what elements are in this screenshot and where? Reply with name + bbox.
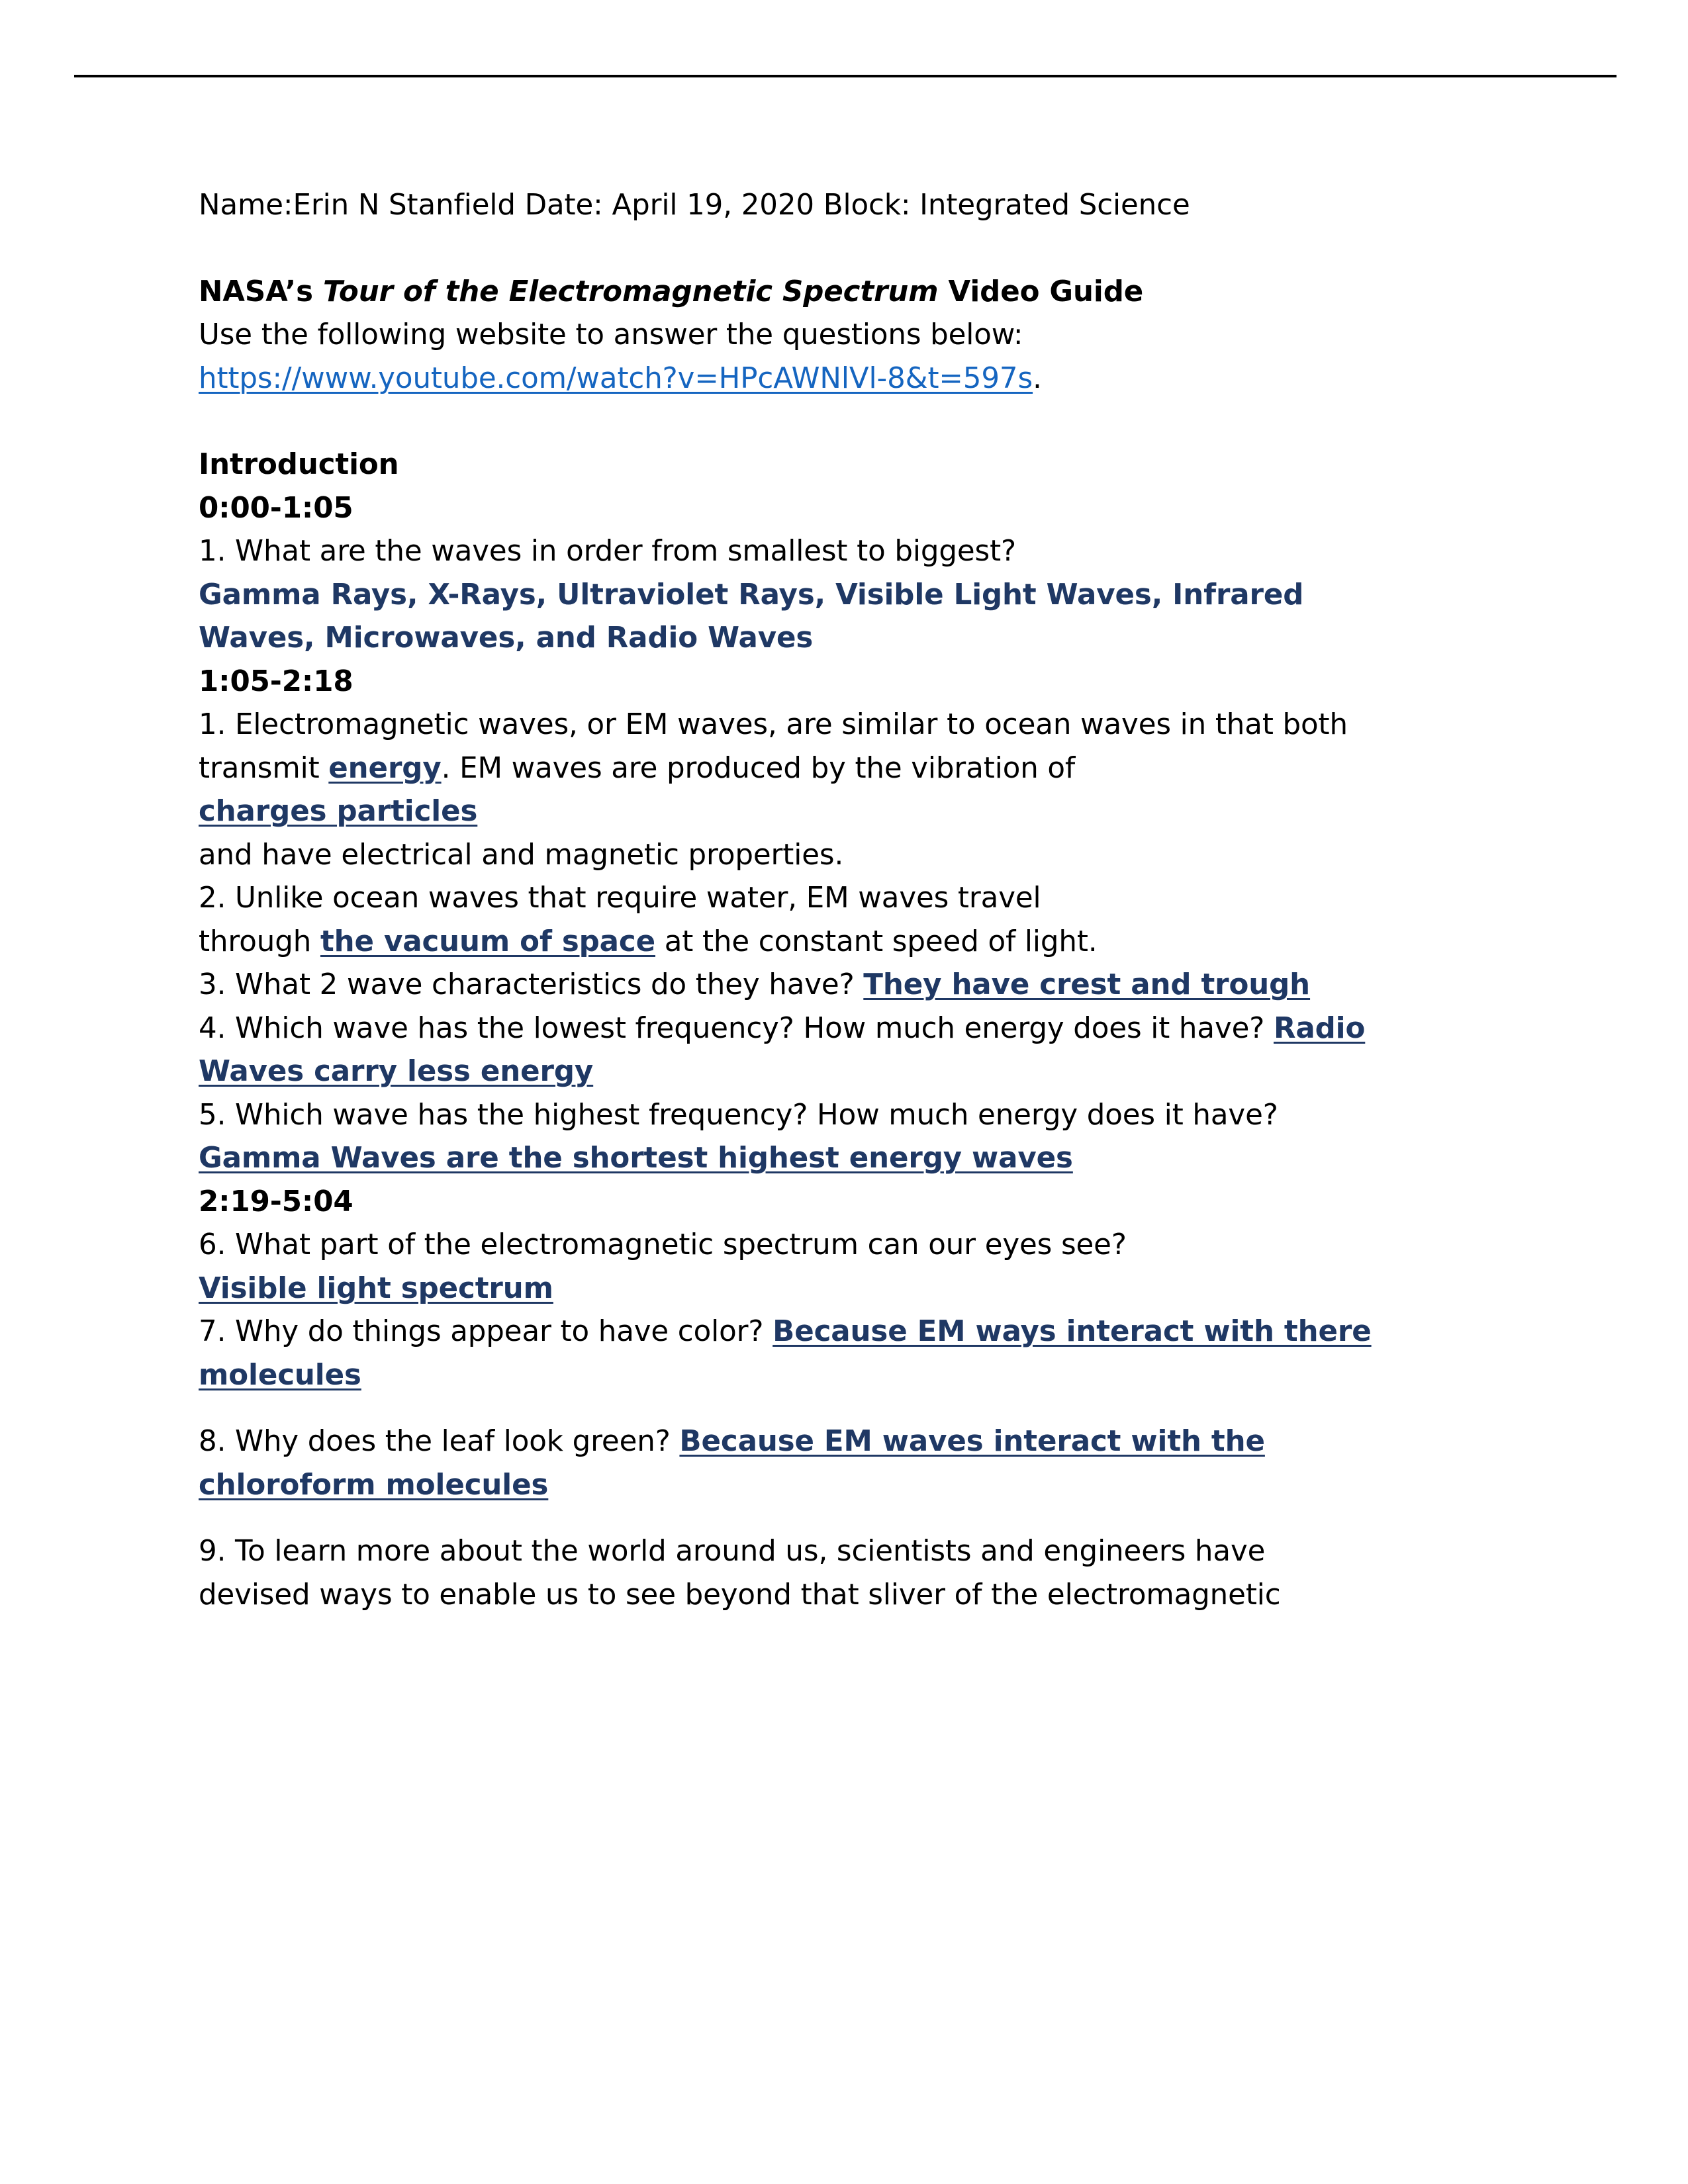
question-5-number: 5. xyxy=(199,1098,226,1132)
timestamp-0-00-1-05: 0:00-1:05 xyxy=(199,491,353,525)
statement-1b-text: Electromagnetic waves, or EM waves, are … xyxy=(226,708,1348,741)
statement-1b-tail: and have electrical and magnetic propert… xyxy=(199,838,844,872)
question-7-number: 7. xyxy=(199,1315,226,1348)
question-3-text: What 2 wave characteristics do they have… xyxy=(226,968,864,1001)
student-heading-text: Name:Erin N Stanfield Date: April 19, 20… xyxy=(199,189,1190,222)
document-page: Name:Erin N Stanfield Date: April 19, 20… xyxy=(0,0,1688,2184)
statement-2-line2: through the vacuum of space at the const… xyxy=(199,921,1400,964)
statement-9-text: To learn more about the world around us,… xyxy=(226,1535,1266,1568)
question-6: 6. What part of the electromagnetic spec… xyxy=(199,1224,1400,1267)
header-horizontal-rule xyxy=(74,75,1617,77)
page-title: NASA’s Tour of the Electromagnetic Spect… xyxy=(199,271,1400,314)
section-heading-introduction: Introduction xyxy=(199,448,399,481)
statement-1b-line2: transmit energy. EM waves are produced b… xyxy=(199,747,1400,791)
answer-3-text: They have crest and trough xyxy=(863,968,1311,1001)
document-body: Name:Erin N Stanfield Date: April 19, 20… xyxy=(199,184,1400,1617)
timestamp-2-19-5-04: 2:19-5:04 xyxy=(199,1185,353,1218)
question-5-text: Which wave has the highest frequency? Ho… xyxy=(226,1098,1278,1132)
question-4-number: 4. xyxy=(199,1011,226,1045)
question-6-text: What part of the electromagnetic spectru… xyxy=(226,1228,1127,1261)
statement-1b-line3: charges particles xyxy=(199,790,1400,834)
answer-6-text: Visible light spectrum xyxy=(199,1271,553,1305)
question-8: 8. Why does the leaf look green? Because… xyxy=(199,1420,1400,1507)
statement-9-line1: 9. To learn more about the world around … xyxy=(199,1530,1400,1574)
question-1a-number: 1. xyxy=(199,535,226,568)
question-6-number: 6. xyxy=(199,1228,226,1261)
question-1a-text: What are the waves in order from smalles… xyxy=(226,535,1017,568)
title-suffix: Video Guide xyxy=(938,275,1144,308)
question-8-text: Why does the leaf look green? xyxy=(226,1425,680,1458)
statement-2-number: 2. xyxy=(199,882,226,915)
question-3-number: 3. xyxy=(199,968,226,1001)
statement-1b-number: 1. xyxy=(199,708,226,741)
question-4: 4. Which wave has the lowest frequency? … xyxy=(199,1007,1400,1094)
question-8-number: 8. xyxy=(199,1425,226,1458)
statement-1b-pre: transmit xyxy=(199,751,329,785)
question-4-text: Which wave has the lowest frequency? How… xyxy=(226,1011,1274,1045)
answer-6: Visible light spectrum xyxy=(199,1267,1400,1311)
statement-2-pre: through xyxy=(199,925,320,958)
answer-blank-charges-particles: charges particles xyxy=(199,795,478,828)
question-3: 3. What 2 wave characteristics do they h… xyxy=(199,964,1400,1007)
answer-blank-energy: energy xyxy=(328,751,442,785)
question-7-text: Why do things appear to have color? xyxy=(226,1315,773,1348)
answer-1a-text: Gamma Rays, X-Rays, Ultraviolet Rays, Vi… xyxy=(199,578,1304,655)
student-heading-line: Name:Erin N Stanfield Date: April 19, 20… xyxy=(199,184,1400,228)
instruction-text: Use the following website to answer the … xyxy=(199,318,1023,351)
timestamp-1-05-2-18: 1:05-2:18 xyxy=(199,664,353,698)
title-italic-part: Tour of the Electromagnetic Spectrum xyxy=(322,275,939,308)
statement-1b-line4: and have electrical and magnetic propert… xyxy=(199,834,1400,878)
question-7: 7. Why do things appear to have color? B… xyxy=(199,1310,1400,1397)
answer-blank-vacuum-of-space: the vacuum of space xyxy=(320,925,655,958)
title-prefix: NASA’s xyxy=(199,275,323,308)
youtube-video-link[interactable]: https://www.youtube.com/watch?v=HPcAWNlV… xyxy=(199,362,1033,395)
question-1a: 1. What are the waves in order from smal… xyxy=(199,530,1400,574)
statement-1b-post: . EM waves are produced by the vibration… xyxy=(441,751,1076,785)
question-5: 5. Which wave has the highest frequency?… xyxy=(199,1094,1400,1181)
statement-2-text: Unlike ocean waves that require water, E… xyxy=(226,882,1041,915)
url-trailing-period: . xyxy=(1033,361,1042,395)
url-line: https://www.youtube.com/watch?v=HPcAWNlV… xyxy=(199,357,1400,401)
answer-1a: Gamma Rays, X-Rays, Ultraviolet Rays, Vi… xyxy=(199,574,1400,660)
answer-5-text: Gamma Waves are the shortest highest ene… xyxy=(199,1142,1073,1175)
statement-2-post: at the constant speed of light. xyxy=(655,925,1098,958)
statement-9-line2: devised ways to enable us to see beyond … xyxy=(199,1574,1400,1617)
statement-2-line1: 2. Unlike ocean waves that require water… xyxy=(199,877,1400,921)
instruction-line: Use the following website to answer the … xyxy=(199,314,1400,357)
statement-1b-line1: 1. Electromagnetic waves, or EM waves, a… xyxy=(199,704,1400,747)
statement-9-continuation: devised ways to enable us to see beyond … xyxy=(199,1578,1281,1612)
statement-9-number: 9. xyxy=(199,1535,226,1568)
